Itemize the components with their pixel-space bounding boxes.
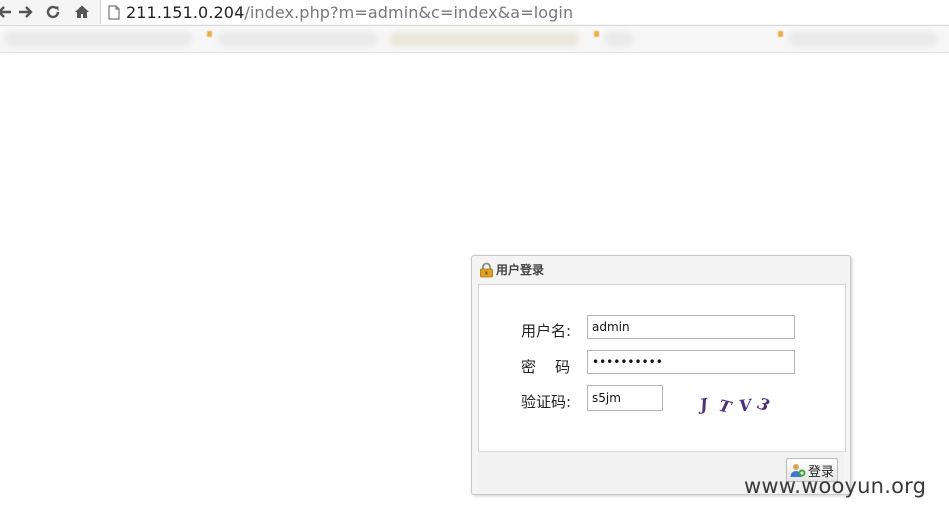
captcha-char: J xyxy=(698,394,709,415)
blurred-bookmark xyxy=(4,32,192,46)
blurred-bookmark xyxy=(390,32,580,46)
username-label: 用户名: xyxy=(521,322,572,340)
login-panel: 用户登录 用户名: 密 码 验证码: J T V 3 登录 xyxy=(471,255,851,495)
password-label: 密 码 xyxy=(521,358,571,376)
login-panel-header: 用户登录 xyxy=(472,256,850,283)
captcha-char: T xyxy=(716,395,734,418)
captcha-image[interactable]: J T V 3 xyxy=(697,391,777,421)
reload-icon[interactable] xyxy=(42,1,64,23)
login-title: 用户登录 xyxy=(496,263,545,277)
bookmark-icon xyxy=(594,31,599,37)
blurred-bookmark xyxy=(604,32,634,46)
page-icon xyxy=(108,4,120,20)
username-input[interactable] xyxy=(587,315,795,339)
browser-toolbar: 211.151.0.204/index.php?m=admin&c=index&… xyxy=(0,0,949,26)
lock-icon xyxy=(479,262,494,278)
captcha-char: 3 xyxy=(755,393,773,416)
url-host: 211.151.0.204 xyxy=(126,2,245,22)
home-icon[interactable] xyxy=(71,1,93,23)
captcha-label: 验证码: xyxy=(521,393,572,411)
blurred-bookmark xyxy=(218,32,378,46)
forward-arrow-icon[interactable] xyxy=(14,1,36,23)
bookmark-icon xyxy=(207,31,212,37)
watermark: www.wooyun.org xyxy=(744,474,927,498)
bookmarks-bar xyxy=(0,26,949,53)
address-bar[interactable]: 211.151.0.204/index.php?m=admin&c=index&… xyxy=(100,0,949,24)
password-input[interactable] xyxy=(587,350,795,374)
login-form: 用户名: 密 码 验证码: J T V 3 xyxy=(478,284,846,452)
captcha-char: V xyxy=(738,395,753,416)
blurred-bookmark xyxy=(788,32,938,46)
captcha-input[interactable] xyxy=(587,385,663,411)
bookmark-icon xyxy=(778,31,783,37)
url-path: /index.php?m=admin&c=index&a=login xyxy=(244,2,574,22)
